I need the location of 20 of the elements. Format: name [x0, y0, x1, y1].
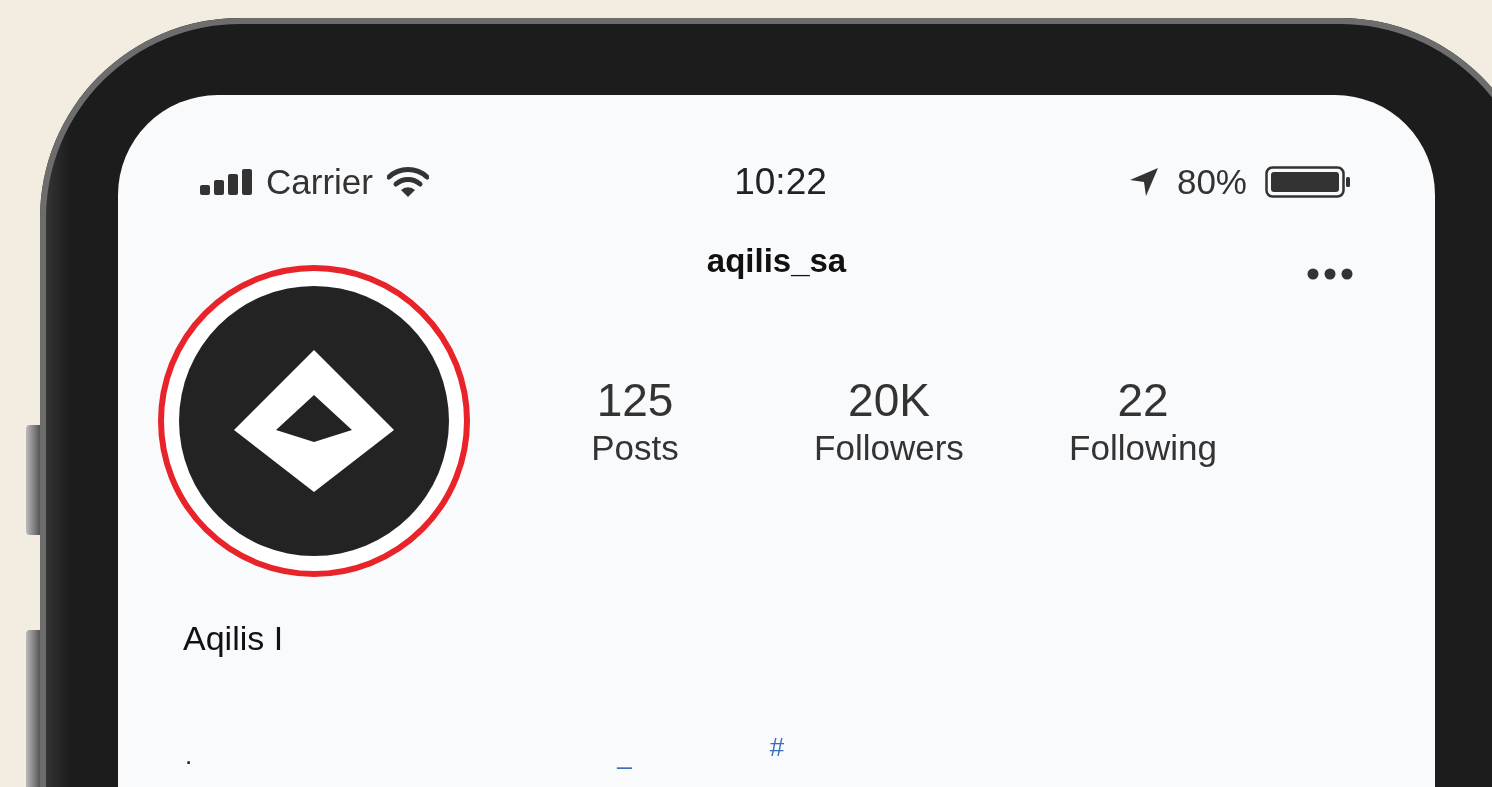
- bio-text: .: [185, 740, 193, 770]
- stat-label[interactable]: Posts: [591, 427, 679, 469]
- stat-count[interactable]: 125: [596, 373, 674, 427]
- carrier-label: Carrier: [266, 162, 373, 202]
- battery-percent: 80%: [1176, 162, 1247, 202]
- signal-icon: [200, 169, 252, 195]
- bio-link-text[interactable]: #: [769, 732, 785, 762]
- location-arrow-icon: [1128, 167, 1159, 197]
- stat-count[interactable]: 20K: [848, 373, 930, 427]
- clock-time: 10:22: [734, 161, 827, 203]
- profile-username: aqilis_sa: [706, 242, 847, 281]
- diamond-logo-icon: [234, 350, 394, 492]
- stat-count[interactable]: 22: [1117, 373, 1169, 427]
- more-options-icon[interactable]: [1307, 268, 1353, 280]
- stat-label[interactable]: Following: [1069, 427, 1217, 469]
- stat-label[interactable]: Followers: [814, 427, 964, 469]
- battery-icon: [1265, 166, 1351, 198]
- profile-name: Aqilis I: [183, 619, 284, 658]
- bio-link-text[interactable]: _: [617, 740, 632, 770]
- wifi-icon: [386, 167, 429, 197]
